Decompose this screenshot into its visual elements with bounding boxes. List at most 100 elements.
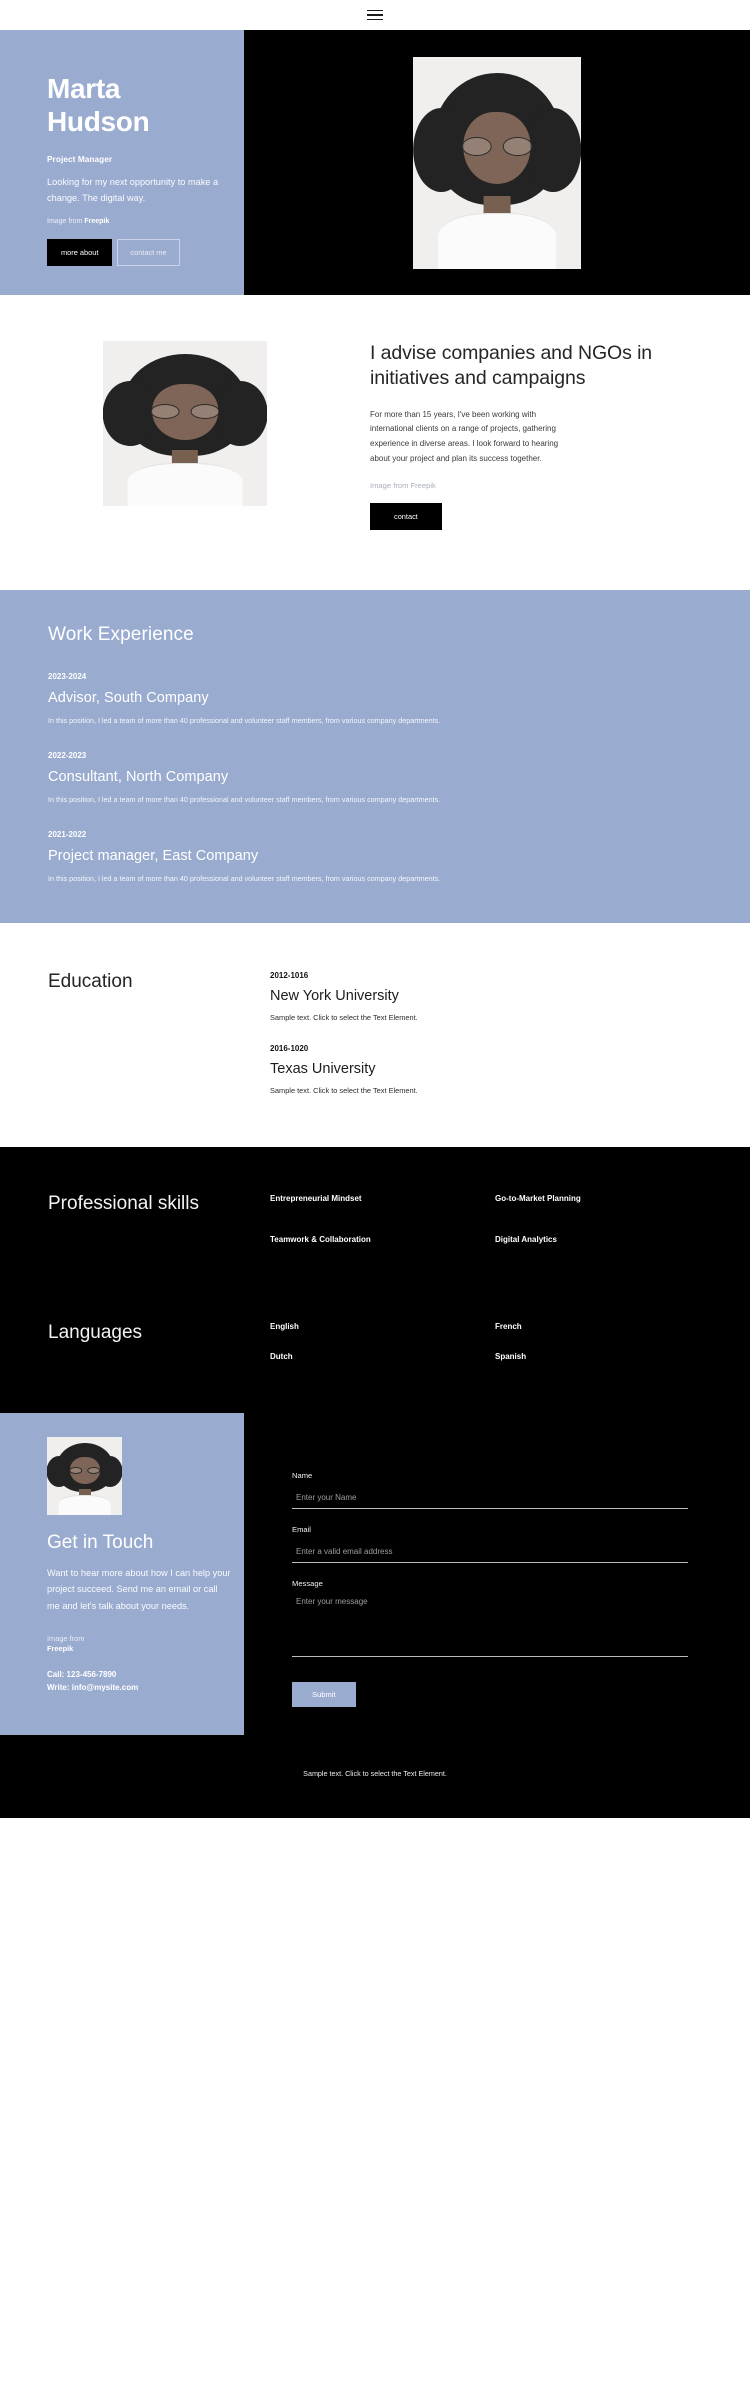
skill-item: Go-to-Market Planning [495,1193,581,1203]
languages-title-panel: Languages [48,1322,270,1361]
portrait-glasses-icon [68,1466,101,1474]
languages-title: Languages [48,1322,143,1344]
contact-info-panel: Get in Touch Want to hear more about how… [0,1413,244,1735]
portrait-illustration [47,1437,122,1516]
contact-me-button[interactable]: contact me [117,239,180,267]
skills-title: Professional skills [48,1192,199,1214]
email-label: Email [292,1525,311,1535]
education-years: 2016-1020 [270,1043,309,1053]
about-contact-button[interactable]: contact [370,502,442,530]
job-years: 2021-2022 [48,829,87,839]
about-image-credit: Image from Freepik [370,481,702,490]
contact-title: Get in Touch [47,1532,154,1554]
contact-form-panel: Name Email Message Submit [244,1413,750,1735]
name-field-group: Name [292,1471,688,1510]
about-image-wrap [0,341,370,530]
education-title: Education [48,970,133,992]
contact-email[interactable]: Write: info@mysite.com [47,1681,244,1694]
language-item: English [270,1322,299,1332]
get-in-touch-section: Get in Touch Want to hear more about how… [0,1413,750,1735]
hero-image-panel [244,30,750,295]
education-item: 2016-1020 Texas University Sample text. … [270,1044,702,1095]
message-field-group: Message [292,1579,688,1662]
education-school: Texas University [270,1060,376,1077]
about-paragraph: For more than 15 years, I've been workin… [370,409,559,464]
hero-name-line2: Hudson [47,106,150,138]
message-label: Message [292,1579,323,1589]
top-navbar [0,0,750,30]
skill-item: Entrepreneurial Mindset [270,1193,362,1203]
education-section: Education 2012-1016 New York University … [0,922,750,1147]
work-experience-item: 2022-2023 Consultant, North Company In t… [48,751,702,804]
contact-details: Call: 123-456-7890 Write: info@mysite.co… [47,1668,244,1694]
more-about-button[interactable]: more about [47,239,113,267]
work-experience-section: Work Experience 2023-2024 Advisor, South… [0,589,750,923]
hero-name-line1: Marta [47,73,121,104]
footer: Sample text. Click to select the Text El… [0,1734,750,1818]
dark-sections-wrapper: Professional skills Entrepreneurial Mind… [0,1146,750,1414]
portrait-glasses-icon [150,403,220,419]
work-experience-item: 2021-2022 Project manager, East Company … [48,830,702,883]
languages-grid: English French Dutch Spanish [270,1322,702,1361]
skills-grid: Entrepreneurial Mindset Go-to-Market Pla… [270,1193,702,1246]
language-item: Dutch [270,1352,293,1362]
hamburger-menu-icon[interactable] [367,7,383,24]
hero-role: Project Manager [47,155,113,165]
education-title-panel: Education [48,971,270,1095]
hero-button-group: more about contact me [47,239,244,267]
contact-credit-source[interactable]: Freepik [47,1644,244,1653]
about-section: I advise companies and NGOs in initiativ… [0,295,750,590]
name-label: Name [292,1471,313,1481]
submit-button[interactable]: Submit [292,1682,356,1708]
hero-name: Marta Hudson [47,72,244,138]
about-text-panel: I advise companies and NGOs in initiativ… [370,341,750,530]
email-input[interactable] [292,1545,688,1564]
skills-title-panel: Professional skills [48,1193,270,1246]
contact-copy: Want to hear more about how I can help y… [47,1568,231,1611]
job-description: In this position, I led a team of more t… [48,873,441,883]
education-years: 2012-1016 [270,970,309,980]
email-field-group: Email [292,1525,688,1564]
skill-item: Teamwork & Collaboration [270,1235,371,1245]
education-item: 2012-1016 New York University Sample tex… [270,971,702,1022]
name-input[interactable] [292,1491,688,1510]
portrait-shirt [438,213,556,269]
language-item: Spanish [495,1352,527,1362]
portrait-illustration [413,56,581,269]
work-experience-item: 2023-2024 Advisor, South Company In this… [48,672,702,725]
job-role: Consultant, North Company [48,768,229,785]
job-role: Project manager, East Company [48,847,259,864]
job-role: Advisor, South Company [48,689,209,706]
portrait-shirt [127,463,243,506]
work-experience-title: Work Experience [48,623,194,645]
about-credit-prefix: Image from [370,480,411,490]
about-credit-source[interactable]: Freepik [411,481,436,490]
education-description: Sample text. Click to select the Text El… [270,1012,418,1022]
portrait-illustration [103,341,267,506]
professional-skills-section: Professional skills Entrepreneurial Mind… [0,1147,750,1286]
education-list: 2012-1016 New York University Sample tex… [270,971,702,1095]
hero-description: Looking for my next opportunity to make … [47,177,219,204]
message-textarea[interactable] [292,1595,688,1658]
footer-text: Sample text. Click to select the Text El… [303,1768,447,1778]
about-portrait-image [103,341,267,506]
skill-item: Digital Analytics [495,1235,557,1245]
hero-credit-source[interactable]: Freepik [84,218,109,225]
languages-section: Languages English French Dutch Spanish [0,1286,750,1413]
burger-line [367,9,383,12]
resume-landing-page: Marta Hudson Project Manager Looking for… [0,0,750,1818]
job-description: In this position, I led a team of more t… [48,715,441,725]
language-item: French [495,1322,522,1332]
job-years: 2022-2023 [48,750,87,760]
contact-phone[interactable]: Call: 123-456-7890 [47,1668,244,1681]
contact-credit-prefix: Image from [47,1634,85,1644]
hero-portrait-image [413,56,581,269]
about-title: I advise companies and NGOs in initiativ… [370,342,653,390]
hero-image-credit: Image from Freepik [47,218,244,225]
job-description: In this position, I led a team of more t… [48,794,441,804]
education-description: Sample text. Click to select the Text El… [270,1085,418,1095]
burger-line [367,18,383,21]
education-school: New York University [270,987,399,1004]
hero-credit-prefix: Image from [47,218,85,226]
contact-image-credit: Image from Freepik [47,1634,244,1653]
